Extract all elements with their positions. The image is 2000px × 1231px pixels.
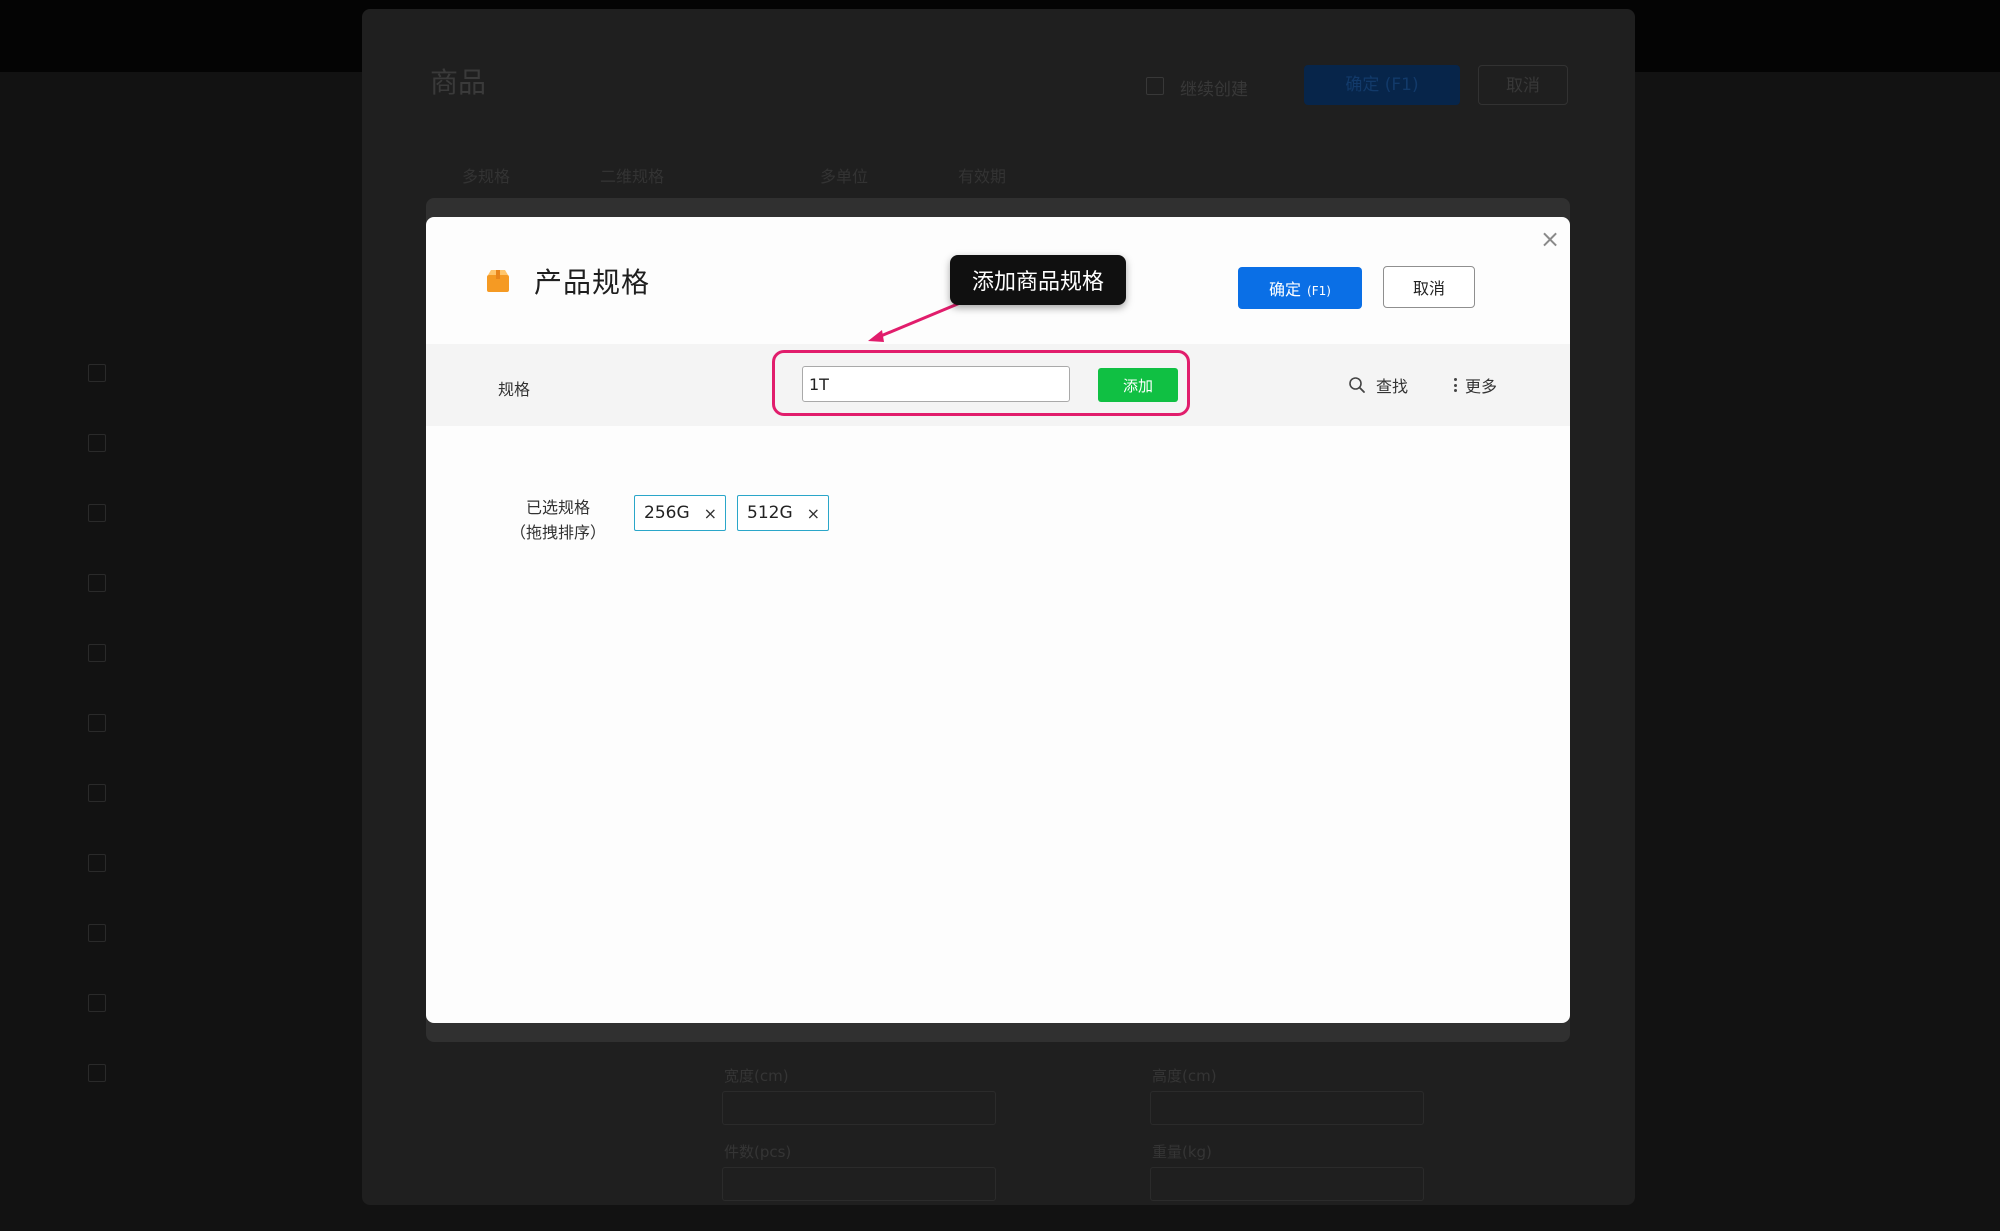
modal-title: 产品规格	[534, 266, 651, 299]
parent-field	[722, 1091, 996, 1125]
add-button[interactable]: 添加	[1098, 368, 1178, 402]
product-spec-modal: × 产品规格 确定 (F1) 取消 规格 添加 查找 更多 已选规格 （拖拽排序）…	[426, 217, 1570, 1023]
confirm-button[interactable]: 确定 (F1)	[1238, 267, 1362, 309]
row-checkbox	[88, 574, 106, 592]
search-icon	[1349, 377, 1365, 393]
parent-continue-label: 继续创建	[1180, 80, 1248, 100]
parent-field-label: 重量(kg)	[1152, 1143, 1212, 1161]
search-label: 查找	[1376, 377, 1409, 396]
selected-specs-hint: （拖拽排序）	[509, 523, 606, 542]
parent-tab: 多单位	[820, 167, 869, 186]
spec-label: 规格	[498, 380, 531, 399]
row-checkbox	[88, 784, 106, 802]
row-checkbox	[88, 504, 106, 522]
parent-continue-checkbox	[1146, 77, 1164, 95]
spec-tag[interactable]: 512G ×	[737, 495, 830, 531]
row-checkbox	[88, 434, 106, 452]
annotation-callout: 添加商品规格	[950, 255, 1126, 305]
more-label: 更多	[1465, 377, 1498, 396]
more-vertical-icon	[1454, 378, 1457, 392]
parent-tab: 多规格	[462, 167, 511, 186]
selected-specs-title: 已选规格	[525, 498, 590, 517]
parent-field	[1150, 1091, 1424, 1125]
spec-toolbar: 规格 添加 查找 更多	[426, 344, 1570, 426]
search-button[interactable]: 查找	[1348, 374, 1408, 396]
row-checkbox	[88, 644, 106, 662]
row-checkbox	[88, 1064, 106, 1082]
parent-field	[722, 1167, 996, 1201]
selected-specs-label: 已选规格 （拖拽排序）	[508, 495, 608, 545]
parent-field-label: 高度(cm)	[1152, 1067, 1217, 1085]
parent-tab: 有效期	[958, 167, 1007, 186]
row-checkbox	[88, 714, 106, 732]
row-checkbox	[88, 364, 106, 382]
remove-tag-icon[interactable]: ×	[704, 504, 717, 523]
spec-tag[interactable]: 256G ×	[634, 495, 727, 531]
parent-tab: 二维规格	[600, 167, 665, 186]
parent-title: 商品	[430, 66, 487, 99]
parent-field-label: 宽度(cm)	[724, 1067, 789, 1085]
more-button[interactable]: 更多	[1454, 374, 1497, 396]
spec-input[interactable]	[802, 366, 1070, 402]
spec-tag-text: 256G	[644, 503, 690, 523]
parent-field-label: 件数(pcs)	[724, 1143, 792, 1161]
remove-tag-icon[interactable]: ×	[807, 504, 820, 523]
parent-confirm-button: 确定 (F1)	[1304, 65, 1460, 105]
row-checkbox	[88, 924, 106, 942]
parent-field	[1150, 1167, 1424, 1201]
package-icon	[487, 270, 509, 292]
cancel-button[interactable]: 取消	[1383, 266, 1475, 308]
confirm-label: 确定	[1269, 280, 1302, 299]
spec-tag-text: 512G	[747, 503, 793, 523]
close-icon[interactable]: ×	[1536, 225, 1564, 253]
confirm-shortcut: (F1)	[1307, 284, 1331, 298]
parent-cancel-button: 取消	[1478, 65, 1568, 105]
row-checkbox	[88, 994, 106, 1012]
row-checkbox	[88, 854, 106, 872]
